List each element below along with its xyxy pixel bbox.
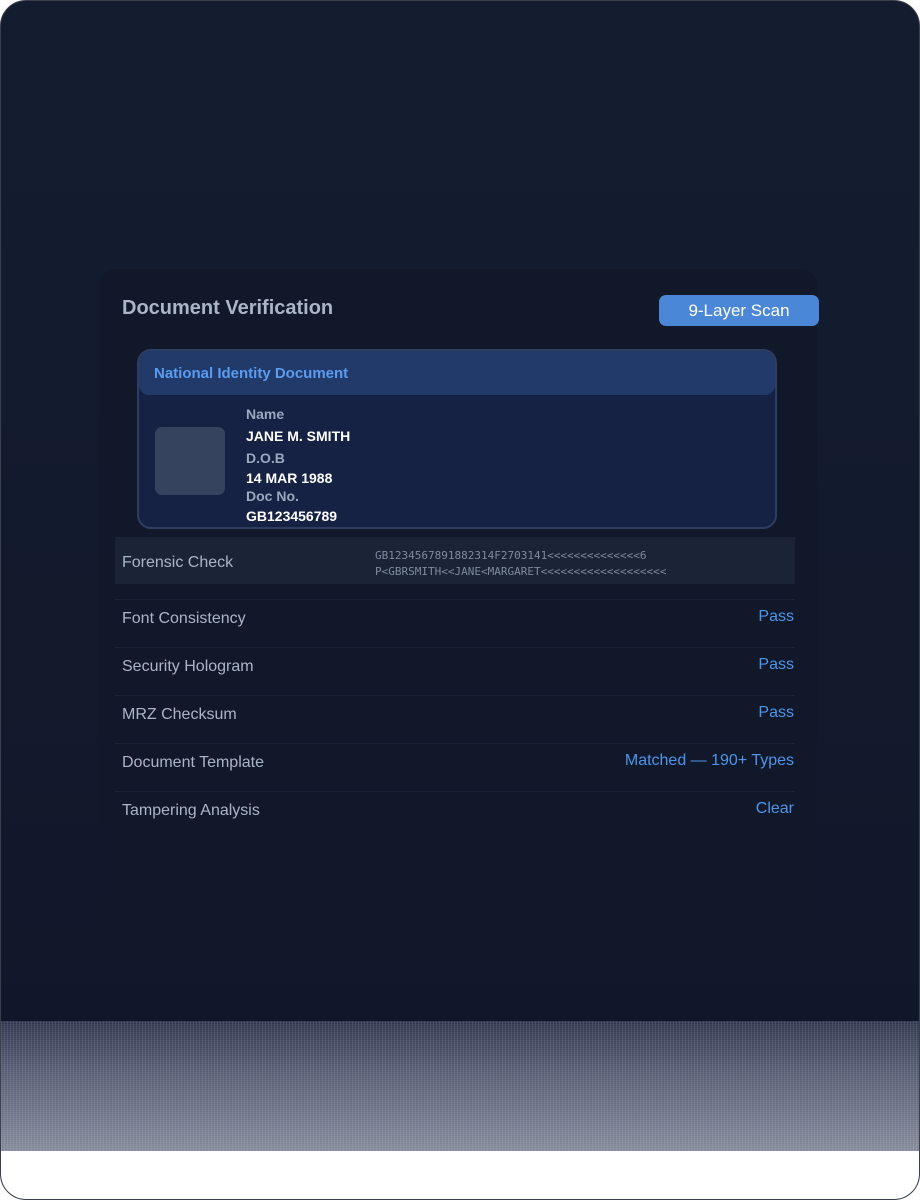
dob-value: 14 MAR 1988 — [246, 470, 333, 486]
forensic-check-label: Forensic Check — [122, 554, 234, 571]
check-result: Clear — [755, 800, 794, 817]
doc-no-label: Doc No. — [246, 488, 299, 504]
scan-badge[interactable]: 9-Layer Scan — [659, 295, 819, 326]
panel-title: Document Verification — [122, 297, 334, 319]
dob-label: D.O.B — [246, 450, 285, 466]
check-result: Pass — [758, 656, 794, 673]
check-row: Font Consistency Pass — [115, 599, 795, 648]
bottom-strip — [1, 1151, 919, 1199]
mrz-line-1: GB1234567891882314F2703141<<<<<<<<<<<<<<… — [375, 549, 647, 562]
app-frame: Document Verification 9-Layer Scan Natio… — [0, 0, 920, 1200]
id-document-card: National Identity Document Name JANE M. … — [137, 349, 777, 529]
check-result: Pass — [758, 704, 794, 721]
doc-no-value: GB123456789 — [246, 508, 338, 524]
check-row: Security Hologram Pass — [115, 647, 795, 696]
forensic-check-row: Forensic Check GB1234567891882314F270314… — [115, 537, 795, 584]
check-row: Document Template Matched — 190+ Types — [115, 743, 795, 792]
mrz-line-2: P<GBRSMITH<<JANE<MARGARET<<<<<<<<<<<<<<<… — [375, 565, 667, 578]
id-card-header: National Identity Document — [139, 351, 775, 395]
noise-overlay — [1, 1021, 919, 1151]
check-label: Document Template — [122, 754, 264, 771]
check-label: Font Consistency — [122, 610, 246, 627]
name-value: JANE M. SMITH — [246, 428, 351, 444]
check-label: Security Hologram — [122, 658, 254, 675]
check-label: Tampering Analysis — [122, 802, 260, 819]
check-row: Tampering Analysis Clear — [115, 791, 795, 840]
check-row: MRZ Checksum Pass — [115, 695, 795, 744]
photo-placeholder — [155, 427, 225, 495]
check-result: Matched — 190+ Types — [624, 752, 794, 769]
mrz-block: GB1234567891882314F2703141<<<<<<<<<<<<<<… — [375, 548, 666, 580]
check-label: MRZ Checksum — [122, 706, 237, 723]
id-card-title: National Identity Document — [154, 365, 349, 382]
name-label: Name — [246, 406, 285, 422]
check-result: Pass — [758, 608, 794, 625]
